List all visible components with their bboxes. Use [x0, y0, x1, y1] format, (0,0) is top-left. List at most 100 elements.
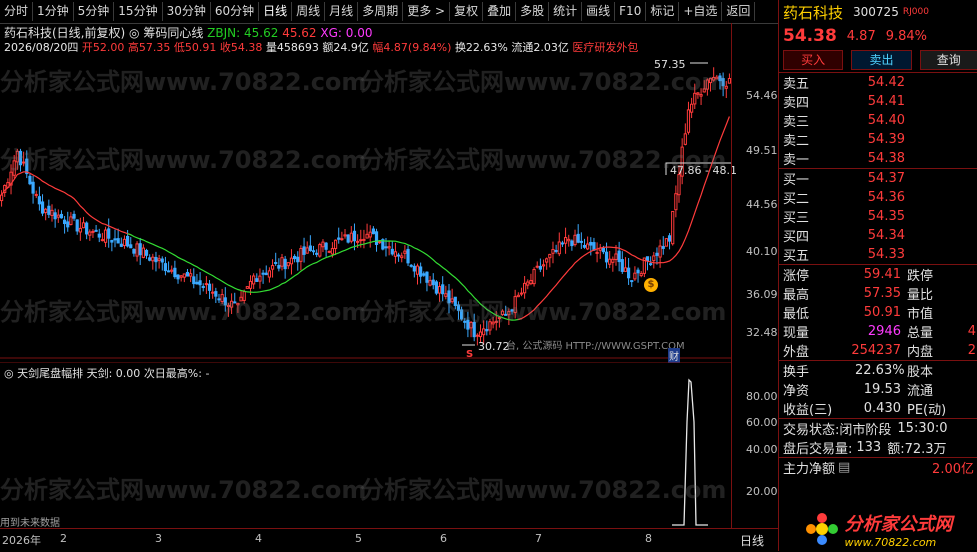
low-marker: 30.72 — [478, 340, 510, 353]
candle-body — [541, 264, 546, 267]
finance-value: 19.53 — [863, 382, 901, 397]
toolbar-item-14[interactable]: 统计 — [549, 2, 583, 21]
toolbar-item-1[interactable]: 1分钟 — [33, 2, 74, 21]
stat-label-2: 量比 — [907, 288, 934, 303]
candle-body — [31, 181, 35, 194]
after-hours-label: 盘后交易量: — [783, 442, 853, 457]
ask-label: 卖二 — [783, 134, 810, 149]
candle-body — [437, 286, 442, 294]
ask-row[interactable]: 卖五 54.42 — [779, 73, 977, 92]
bid-row[interactable]: 买四 54.34 — [779, 226, 977, 245]
candle-body — [412, 265, 416, 272]
candle-body — [293, 255, 297, 260]
candle-body — [340, 238, 344, 241]
stat-label-2: 内盘 — [907, 345, 934, 360]
toolbar-item-9[interactable]: 多周期 — [358, 2, 404, 21]
candle-body — [365, 233, 369, 239]
dropdown-icon[interactable]: ▤ — [838, 460, 850, 475]
candle-body — [507, 311, 511, 316]
stat-value-2: 4 — [967, 324, 976, 339]
candle-body — [192, 276, 196, 285]
candle-body — [567, 238, 571, 242]
candle-body — [85, 222, 89, 235]
candle-body — [576, 233, 580, 243]
toolbar-item-12[interactable]: 叠加 — [483, 2, 517, 21]
range-marker: 47.86 - 48.1 — [670, 164, 737, 177]
ask-row[interactable]: 卖一 54.38 — [779, 149, 977, 168]
candle-body — [94, 229, 98, 232]
toolbar-item-10[interactable]: 更多 > — [403, 2, 451, 21]
trade-time: 15:30:0 — [897, 421, 948, 436]
bid-label: 买二 — [783, 192, 810, 207]
candle-body — [699, 94, 703, 97]
candle-body — [258, 275, 262, 282]
candle-body — [463, 320, 467, 323]
toolbar-item-15[interactable]: 画线 — [582, 2, 616, 21]
toolbar-item-2[interactable]: 5分钟 — [74, 2, 115, 21]
toolbar-item-13[interactable]: 多股 — [516, 2, 550, 21]
candle-body — [62, 219, 67, 225]
period-label-bottom[interactable]: 日线 — [740, 532, 764, 549]
price-axis: 54.46 49.51 44.56 40.10 36.09 32.48 80.00 60.00… — [731, 23, 779, 528]
candle-body — [72, 213, 76, 219]
candle-body — [233, 301, 237, 304]
candle-body — [538, 265, 542, 270]
candle-body — [614, 253, 618, 261]
ask-row[interactable]: 卖四 54.41 — [779, 92, 977, 111]
toolbar-item-3[interactable]: 15分钟 — [114, 2, 163, 21]
price-tick-1: 49.51 — [746, 144, 778, 157]
bid-row[interactable]: 买三 54.35 — [779, 207, 977, 226]
candle-body — [393, 251, 398, 257]
bid-row[interactable]: 买五 54.33 — [779, 245, 977, 264]
main-net-row[interactable]: 主力净额 ▤ 2.00亿 — [779, 457, 977, 477]
bid-row[interactable]: 买二 54.36 — [779, 188, 977, 207]
candle-body — [472, 321, 476, 338]
bid-label: 买一 — [783, 173, 810, 188]
stat-row: 现量 2946 总量 4 — [779, 322, 977, 341]
candle-body — [674, 193, 678, 211]
toolbar-item-4[interactable]: 30分钟 — [163, 2, 211, 21]
high-marker: 57.35 — [654, 58, 686, 71]
ask-label: 卖三 — [783, 115, 810, 130]
candle-body — [406, 248, 410, 264]
candle-body — [59, 213, 64, 219]
toolbar-item-5[interactable]: 60分钟 — [211, 2, 260, 21]
query-button[interactable]: 查询 — [919, 50, 977, 70]
toolbar-item-18[interactable]: +自选 — [679, 2, 723, 21]
candle-body — [573, 234, 577, 246]
candle-body — [44, 208, 48, 214]
finance-label-2: PE(动) — [907, 403, 947, 418]
toolbar-item-16[interactable]: F10 — [615, 2, 647, 21]
bid-row[interactable]: 买一 54.37 — [779, 169, 977, 188]
candle-body — [526, 281, 530, 286]
stat-label: 最高 — [783, 288, 810, 303]
candle-body — [141, 247, 145, 258]
candle-body — [296, 256, 300, 263]
toolbar-item-8[interactable]: 月线 — [325, 2, 359, 21]
candle-body — [696, 92, 700, 95]
candle-body — [718, 75, 722, 82]
sell-button[interactable]: 卖出 — [851, 50, 912, 70]
candle-body — [535, 265, 539, 268]
buy-button[interactable]: 买入 — [783, 50, 844, 70]
toolbar-item-19[interactable]: 返回 — [722, 2, 756, 21]
toolbar-item-11[interactable]: 复权 — [450, 2, 484, 21]
candle-body — [15, 150, 19, 163]
toolbar-item-17[interactable]: 标记 — [646, 2, 680, 21]
candle-body — [500, 310, 505, 316]
candle-body — [28, 175, 32, 185]
price-row: 54.38 4.87 9.84% — [779, 24, 977, 48]
candle-body — [201, 286, 205, 289]
candle-body — [374, 231, 379, 245]
candle-body — [166, 270, 171, 273]
toolbar-item-7[interactable]: 周线 — [292, 2, 326, 21]
toolbar-item-0[interactable]: 分时 — [0, 2, 34, 21]
candle-body — [182, 273, 186, 278]
kline-chart[interactable] — [0, 23, 731, 359]
stat-row: 涨停 59.41 跌停 — [779, 265, 977, 284]
sub-tick-3: 20.00 — [746, 485, 778, 498]
sub-indicator-chart[interactable] — [0, 362, 731, 527]
toolbar-item-6[interactable]: 日线 — [259, 2, 293, 21]
ask-row[interactable]: 卖二 54.39 — [779, 130, 977, 149]
ask-row[interactable]: 卖三 54.40 — [779, 111, 977, 130]
